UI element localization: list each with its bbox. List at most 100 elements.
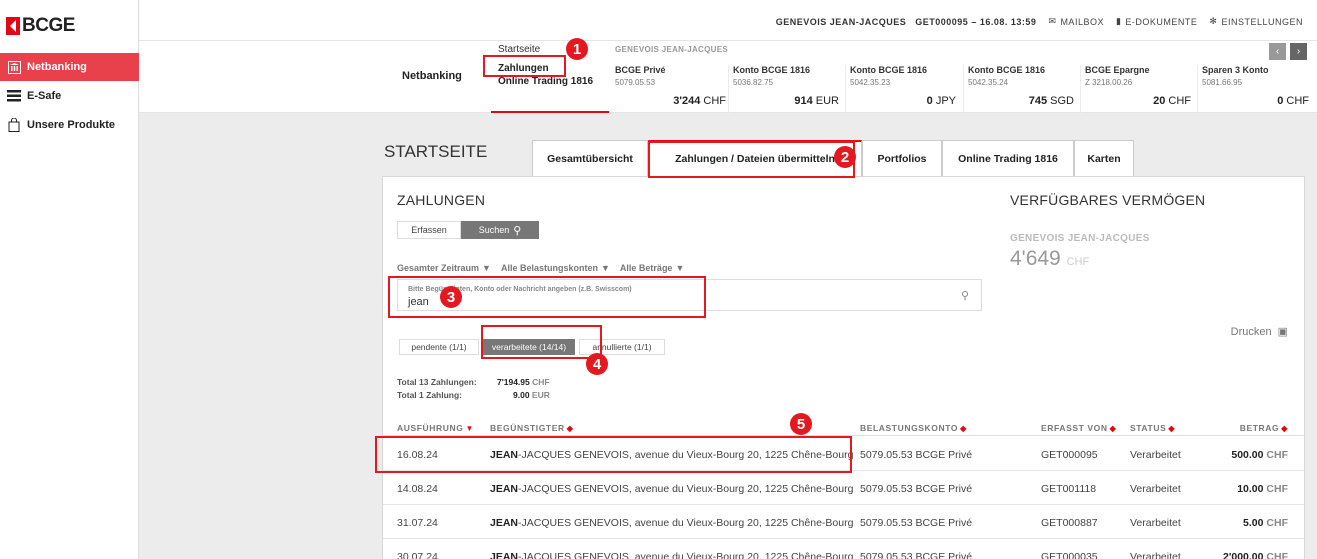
col-header-betrag[interactable]: BETRAG ◆ bbox=[1240, 423, 1288, 433]
beneficiary-match: JEAN bbox=[490, 551, 519, 559]
callout-highlight-zahlungen bbox=[483, 55, 566, 77]
col-header-ausfuehrung[interactable]: AUSFÜHRUNG ▼ bbox=[397, 423, 474, 433]
payments-table-header: AUSFÜHRUNG ▼ BEGÜNSTIGTER ◆ BELASTUNGSKONT… bbox=[383, 418, 1304, 436]
sort-icon: ◆ bbox=[566, 424, 574, 433]
account-strip: Netbanking Startseite Zahlungen Online T… bbox=[139, 40, 1317, 113]
account-card[interactable]: BCGE Privé 5079.05.53 3'244 CHF bbox=[615, 65, 731, 113]
cell-date: 31.07.24 bbox=[397, 517, 438, 529]
col-header-label: AUSFÜHRUNG bbox=[397, 423, 464, 433]
suchen-button[interactable]: Suchen ⚲ bbox=[461, 221, 539, 239]
account-number: 5036.82.75 bbox=[733, 78, 774, 87]
account-number: 5079.05.53 bbox=[615, 78, 656, 87]
chevron-left-icon: ‹ bbox=[1275, 46, 1280, 57]
search-icon: ⚲ bbox=[513, 224, 522, 237]
mailbox-label: MAILBOX bbox=[1060, 16, 1104, 27]
account-card[interactable]: Konto BCGE 1816 5036.82.75 914 EUR bbox=[728, 65, 844, 113]
cell-status: Verarbeitet bbox=[1130, 517, 1181, 529]
user-info-bar: GENEVOIS JEAN-JACQUES GET000095 – 16.08.… bbox=[776, 16, 1303, 27]
filter-label: Alle Beträge bbox=[619, 263, 673, 273]
account-name: Sparen 3 Konto bbox=[1202, 65, 1269, 75]
col-header-beguenstigter[interactable]: BEGÜNSTIGTER ◆ bbox=[490, 423, 574, 433]
top-bar: GENEVOIS JEAN-JACQUES GET000095 – 16.08.… bbox=[139, 0, 1317, 40]
mailbox-link[interactable]: ✉ MAILBOX bbox=[1048, 16, 1104, 27]
tab-gesamtuebersicht[interactable]: Gesamtübersicht bbox=[532, 140, 648, 176]
suchen-label: Suchen bbox=[478, 225, 510, 235]
col-header-belastungskonto[interactable]: BELASTUNGSKONTO ◆ bbox=[860, 423, 967, 433]
payments-panel: ZAHLUNGEN Erfassen Suchen ⚲ Gesamter Zeit… bbox=[382, 176, 1305, 559]
cell-account: 5079.05.53 BCGE Privé bbox=[860, 517, 973, 529]
erfassen-button[interactable]: Erfassen bbox=[397, 221, 461, 239]
callout-badge: 3 bbox=[440, 286, 462, 308]
filter-betraege[interactable]: Alle Beträge ▼ bbox=[620, 263, 684, 273]
table-row[interactable]: 14.08.24 JEAN-JACQUES GENEVOIS, avenue d… bbox=[383, 471, 1304, 505]
col-header-label: STATUS bbox=[1130, 423, 1167, 433]
col-header-status[interactable]: STATUS ◆ bbox=[1130, 423, 1175, 433]
netbanking-nav: Startseite Zahlungen Online Trading 1816 bbox=[491, 41, 609, 113]
account-name: BCGE Epargne bbox=[1085, 65, 1150, 75]
user-name: GENEVOIS JEAN-JACQUES bbox=[775, 16, 907, 27]
einstellungen-link[interactable]: ✻ EINSTELLUNGEN bbox=[1209, 16, 1303, 27]
account-card[interactable]: Sparen 3 Konto 5081.66.95 0 CHF bbox=[1197, 65, 1314, 113]
account-card[interactable]: Konto BCGE 1816 5042.35.24 745 SGD bbox=[963, 65, 1079, 113]
cell-erfasst-von: GET000035 bbox=[1041, 551, 1098, 559]
account-balance: 20 CHF bbox=[1153, 95, 1191, 107]
account-currency: CHF bbox=[1286, 95, 1309, 107]
bcge-logo[interactable]: BCGE bbox=[6, 15, 75, 37]
beneficiary-rest: -JACQUES GENEVOIS, avenue du Vieux-Bourg… bbox=[518, 517, 854, 529]
sidebar-item-esafe[interactable]: E-Safe bbox=[0, 82, 139, 110]
print-button[interactable]: Drucken ▣ bbox=[1231, 325, 1288, 339]
cell-beneficiary: JEAN-JACQUES GENEVOIS, avenue du Vieux-B… bbox=[490, 517, 853, 529]
table-row[interactable]: 31.07.24 JEAN-JACQUES GENEVOIS, avenue d… bbox=[383, 505, 1304, 539]
search-icon[interactable]: ⚲ bbox=[961, 289, 969, 302]
account-balance: 3'244 CHF bbox=[673, 95, 726, 107]
gear-icon: ✻ bbox=[1209, 16, 1218, 26]
col-header-label: BETRAG bbox=[1239, 423, 1280, 433]
sidebar-item-label: Unsere Produkte bbox=[27, 119, 116, 131]
vermoegen-owner: GENEVOIS JEAN-JACQUES bbox=[1010, 233, 1150, 244]
callout-badge: 2 bbox=[834, 146, 856, 168]
account-card[interactable]: BCGE Epargne Z 3218.00.26 20 CHF bbox=[1080, 65, 1196, 113]
filter-belastungskonten[interactable]: Alle Belastungskonten ▼ bbox=[501, 263, 610, 273]
tab-karten[interactable]: Karten bbox=[1074, 140, 1134, 176]
cell-beneficiary: JEAN-JACQUES GENEVOIS, avenue du Vieux-B… bbox=[490, 551, 853, 559]
cell-erfasst-von: GET000095 bbox=[1041, 449, 1098, 461]
total-label: Total 13 Zahlungen: bbox=[397, 376, 477, 387]
status-tab-pendente[interactable]: pendente (1/1) bbox=[399, 339, 479, 355]
callout-highlight-tab bbox=[648, 141, 855, 178]
user-id: GET000095 bbox=[915, 16, 969, 27]
tab-online-trading[interactable]: Online Trading 1816 bbox=[942, 140, 1074, 176]
account-name: BCGE Privé bbox=[615, 65, 666, 75]
account-number: 5081.66.95 bbox=[1202, 78, 1243, 87]
mode-switch: Erfassen Suchen ⚲ bbox=[397, 221, 539, 239]
shopping-bag-icon bbox=[7, 118, 21, 132]
cell-amount: 2'000.00 CHF bbox=[1223, 551, 1288, 559]
beneficiary-match: JEAN bbox=[490, 483, 519, 495]
col-header-label: BEGÜNSTIGTER bbox=[490, 423, 565, 433]
account-number: 5042.35.24 bbox=[968, 78, 1009, 87]
nav-link-startseite[interactable]: Startseite bbox=[498, 44, 540, 55]
vermoegen-title: VERFÜGBARES VERMÖGEN bbox=[1010, 192, 1206, 208]
edokumente-label: E-DOKUMENTE bbox=[1125, 16, 1198, 27]
edokumente-link[interactable]: ▮ E-DOKUMENTE bbox=[1116, 16, 1197, 27]
accounts-next-button[interactable]: › bbox=[1290, 43, 1307, 60]
einstellungen-label: EINSTELLUNGEN bbox=[1221, 16, 1303, 27]
cell-account: 5079.05.53 BCGE Privé bbox=[860, 551, 973, 559]
tab-portfolios[interactable]: Portfolios bbox=[862, 140, 942, 176]
callout-badge: 1 bbox=[566, 38, 588, 60]
cell-erfasst-von: GET001118 bbox=[1041, 483, 1097, 495]
total-value: 7'194.95 bbox=[497, 376, 530, 387]
account-owner: GENEVOIS JEAN-JACQUES bbox=[615, 45, 728, 54]
table-row[interactable]: 30.07.24 JEAN-JACQUES GENEVOIS, avenue d… bbox=[383, 539, 1304, 559]
beneficiary-rest: -JACQUES GENEVOIS, avenue du Vieux-Bourg… bbox=[518, 483, 854, 495]
nav-link-online-trading[interactable]: Online Trading 1816 bbox=[498, 76, 593, 87]
bank-icon bbox=[7, 60, 21, 74]
account-card[interactable]: Konto BCGE 1816 5042.35.23 0 JPY bbox=[845, 65, 961, 113]
cell-date: 30.07.24 bbox=[397, 551, 438, 559]
amount-currency: CHF bbox=[1266, 517, 1288, 529]
col-header-erfasst-von[interactable]: ERFASST VON ◆ bbox=[1041, 423, 1116, 433]
accounts-prev-button[interactable]: ‹ bbox=[1269, 43, 1286, 60]
filter-zeitraum[interactable]: Gesamter Zeitraum ▼ bbox=[397, 263, 491, 273]
sidebar-item-netbanking[interactable]: Netbanking bbox=[0, 53, 139, 81]
sidebar-item-produkte[interactable]: Unsere Produkte bbox=[0, 111, 139, 139]
account-name: Konto BCGE 1816 bbox=[968, 65, 1046, 75]
